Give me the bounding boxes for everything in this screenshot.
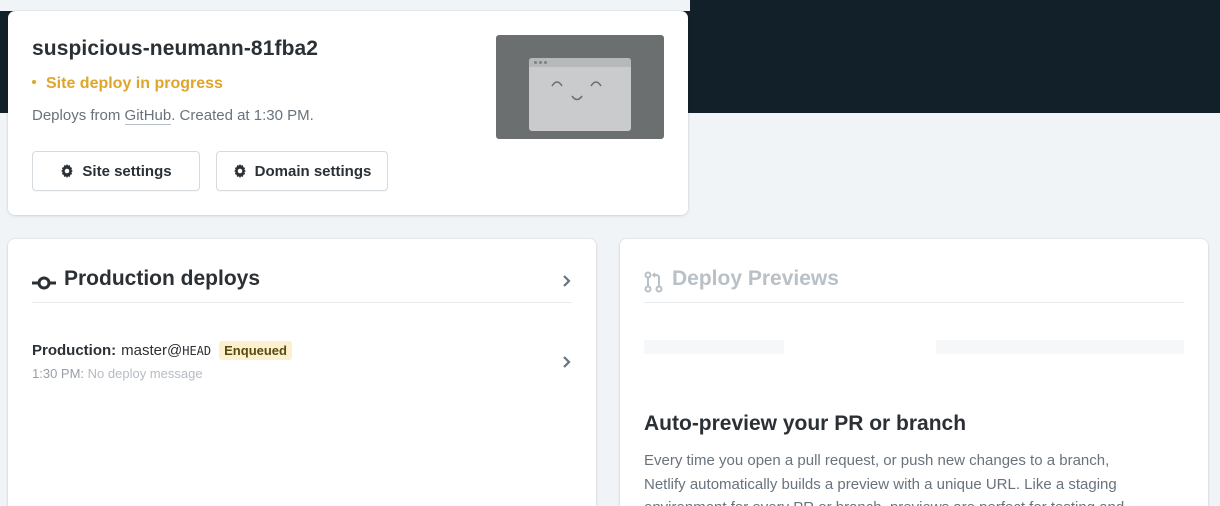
site-overview-card: suspicious-neumann-81fba2 Site deploy in… (8, 11, 688, 215)
branch-name: master@ (121, 342, 183, 359)
skeleton-placeholder (936, 340, 1184, 354)
commit-icon (32, 276, 56, 290)
skeleton-placeholder (644, 340, 784, 354)
deploy-details: 1:30 PM: No deploy message (32, 366, 572, 381)
github-link[interactable]: GitHub (124, 107, 172, 125)
deploy-list-item[interactable]: Production: master@HEAD Enqueued 1:30 PM… (32, 341, 572, 385)
production-deploys-header[interactable]: Production deploys (32, 265, 572, 303)
site-name[interactable]: suspicious-neumann-81fba2 (32, 37, 318, 61)
chevron-right-icon[interactable] (562, 274, 572, 288)
site-meta-suffix: . Created at 1:30 PM. (171, 107, 314, 124)
auto-preview-description: Every time you open a pull request, or p… (644, 452, 1124, 506)
deploy-message: No deploy message (87, 366, 203, 381)
chevron-right-icon[interactable] (562, 355, 572, 369)
gear-icon (61, 164, 74, 178)
deploy-summary: Production: master@HEAD Enqueued (32, 341, 572, 360)
browser-illustration (529, 58, 631, 131)
site-meta: Deploys from GitHub. Created at 1:30 PM. (32, 107, 314, 125)
site-settings-button[interactable]: Site settings (32, 151, 200, 191)
deploy-previews-header: Deploy Previews (644, 265, 1184, 303)
site-settings-label: Site settings (82, 162, 172, 180)
site-preview-thumbnail[interactable] (496, 35, 664, 139)
status-dot-icon (32, 80, 36, 85)
smiley-face-icon (551, 81, 602, 101)
pull-request-icon (644, 271, 663, 293)
deploy-time: 1:30 PM: (32, 366, 85, 381)
deploy-previews-card: Deploy Previews Auto-preview your PR or … (620, 239, 1208, 506)
deploy-status: Site deploy in progress (32, 75, 223, 93)
deploy-status-text: Site deploy in progress (46, 75, 223, 92)
domain-settings-label: Domain settings (254, 162, 372, 180)
production-deploys-card: Production deploys Production: master@HE… (8, 239, 596, 506)
auto-preview-heading: Auto-preview your PR or branch (644, 412, 967, 435)
status-badge: Enqueued (219, 341, 292, 360)
production-deploys-title: Production deploys (64, 267, 261, 290)
commit-ref: HEAD (182, 344, 212, 358)
domain-settings-button[interactable]: Domain settings (216, 151, 388, 191)
deploy-context-label: Production: (32, 342, 117, 359)
header-top-strip (0, 0, 690, 11)
deploy-previews-title: Deploy Previews (672, 267, 839, 290)
deploy-branch: master@HEAD (121, 342, 211, 359)
gear-icon (233, 164, 246, 178)
site-meta-prefix: Deploys from (32, 107, 125, 124)
